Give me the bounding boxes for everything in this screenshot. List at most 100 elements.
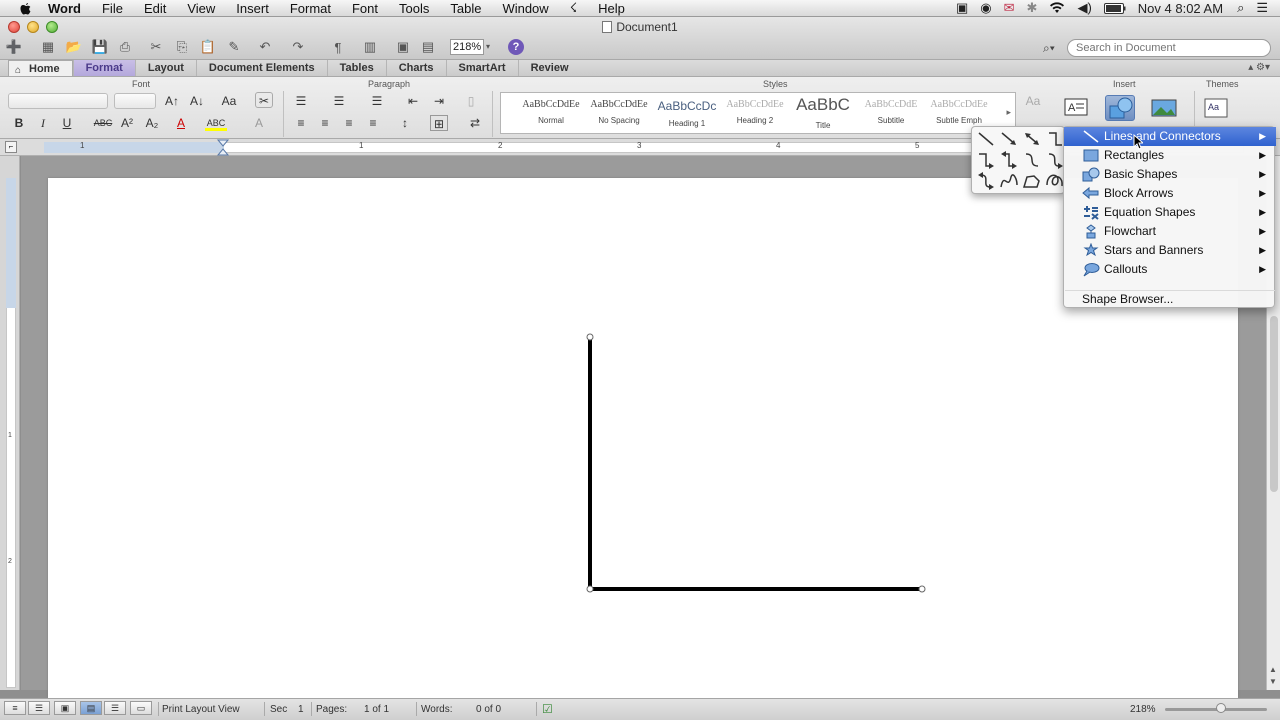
italic-icon[interactable]: I [34, 115, 52, 131]
scrollbar-thumb[interactable] [1270, 316, 1278, 492]
menu-window[interactable]: Window [502, 1, 548, 16]
search-input[interactable] [1067, 39, 1271, 57]
menu-item-rectangles[interactable]: Rectangles ▶ [1064, 146, 1276, 165]
clear-formatting-icon[interactable]: ✂ [255, 92, 273, 108]
text-effects-icon[interactable]: A [250, 115, 268, 131]
menu-item-stars-and-banners[interactable]: Stars and Banners ▶ [1064, 241, 1276, 260]
zoom-dropdown-icon[interactable]: ▾ [486, 39, 496, 55]
ribbon-collapse-icon[interactable]: ▴ ⚙▾ [1248, 62, 1270, 73]
paste-icon[interactable]: 📋 [198, 39, 218, 55]
mail-icon[interactable]: ✉ [1004, 0, 1015, 16]
freeform-icon[interactable] [1021, 171, 1043, 191]
elbow-connector-shape[interactable] [588, 337, 922, 591]
connector-corner-handle[interactable] [586, 585, 594, 593]
justify-icon[interactable]: ≡ [364, 115, 382, 131]
zoom-field[interactable]: 218% [450, 39, 484, 55]
font-size-select[interactable] [114, 93, 156, 109]
sidebar-icon[interactable]: ▥ [360, 39, 380, 55]
cut-icon[interactable]: ✂ [146, 39, 166, 55]
style-no-spacing[interactable]: AaBbCcDdEe No Spacing [585, 93, 653, 133]
menu-file[interactable]: File [102, 1, 123, 16]
highlight-icon[interactable]: ABC [205, 115, 227, 131]
increase-indent-icon[interactable]: ⇥ [430, 93, 448, 109]
menu-item-equation-shapes[interactable]: Equation Shapes ▶ [1064, 203, 1276, 222]
new-document-icon[interactable]: ➕ [4, 39, 24, 55]
menu-item-shape-browser[interactable]: Shape Browser... [1082, 290, 1173, 309]
menu-item-basic-shapes[interactable]: Basic Shapes ▶ [1064, 165, 1276, 184]
numbering-icon[interactable]: ☰ [330, 93, 348, 109]
help-icon[interactable]: ? [508, 39, 524, 55]
menu-help[interactable]: Help [598, 1, 625, 16]
tab-layout[interactable]: Layout [134, 60, 196, 76]
indent-marker-icon[interactable] [217, 139, 229, 156]
strikethrough-icon[interactable]: ABC [92, 115, 114, 131]
undo-icon[interactable]: ↶ [255, 39, 275, 55]
change-case-icon[interactable]: Aa [220, 93, 238, 109]
multilevel-list-icon[interactable]: ☰ [368, 93, 386, 109]
arrow-icon[interactable] [998, 129, 1020, 149]
curved-connector-icon[interactable] [1021, 150, 1043, 170]
grow-font-icon[interactable]: A↑ [163, 93, 181, 109]
themes-icon[interactable]: Aa [1203, 95, 1233, 121]
redo-icon[interactable]: ↷ [288, 39, 308, 55]
spelling-check-icon[interactable]: ☑ [542, 702, 553, 716]
underline-icon[interactable]: U [58, 115, 76, 131]
menu-tools[interactable]: Tools [399, 1, 429, 16]
notebook-view-icon[interactable]: ☰ [104, 701, 126, 715]
tab-document-elements[interactable]: Document Elements [195, 60, 327, 76]
menu-item-block-arrows[interactable]: Block Arrows ▶ [1064, 184, 1276, 203]
bluetooth-icon[interactable]: ✱ [1027, 0, 1038, 16]
elbow-double-arrow-connector-icon[interactable] [998, 150, 1020, 170]
tab-selector-icon[interactable]: ⌐ [5, 141, 17, 153]
tab-review[interactable]: Review [517, 60, 581, 76]
draft-view-icon[interactable]: ≡ [4, 701, 26, 715]
tab-tables[interactable]: Tables [326, 60, 386, 76]
shapes-icon[interactable] [1105, 95, 1135, 121]
scroll-up-icon[interactable]: ▲ [1269, 665, 1277, 674]
outline-view-icon[interactable]: ☰ [28, 701, 50, 715]
text-direction-icon[interactable]: ⇄ [466, 115, 484, 131]
elbow-arrow-connector-icon[interactable] [975, 150, 997, 170]
menu-clock[interactable]: Nov 4 8:02 AM [1138, 1, 1223, 16]
style-normal[interactable]: AaBbCcDdEe Normal [517, 93, 585, 133]
script-menu-icon[interactable]: ☇ [570, 0, 577, 16]
menu-insert[interactable]: Insert [236, 1, 269, 16]
print-layout-view-icon[interactable]: ▤ [80, 701, 102, 715]
line-spacing-icon[interactable]: ↕ [396, 115, 414, 131]
double-arrow-icon[interactable] [1021, 129, 1043, 149]
show-paragraph-icon[interactable]: ¶ [328, 39, 348, 55]
style-title[interactable]: AaBbC Title [789, 93, 857, 133]
search-icon[interactable]: ⌕▾ [1043, 39, 1065, 57]
wifi-icon[interactable] [1049, 2, 1065, 14]
menu-view[interactable]: View [187, 1, 215, 16]
font-name-select[interactable] [8, 93, 108, 109]
menu-item-flowchart[interactable]: Flowchart ▶ [1064, 222, 1276, 241]
picture-icon[interactable] [1150, 95, 1180, 121]
style-subtitle[interactable]: AaBbCcDdE Subtitle [857, 93, 925, 133]
subscript-icon[interactable]: A₂ [143, 115, 161, 131]
align-left-icon[interactable]: ≡ [292, 115, 310, 131]
format-painter-icon[interactable]: ✎ [224, 39, 244, 55]
tab-format[interactable]: Format [72, 60, 135, 76]
tab-smartart[interactable]: SmartArt [445, 60, 518, 76]
borders-icon[interactable]: ⊞ [430, 115, 448, 131]
curved-double-arrow-connector-icon[interactable] [975, 171, 997, 191]
record-icon[interactable]: ◉ [980, 0, 991, 16]
align-right-icon[interactable]: ≡ [340, 115, 358, 131]
text-box-icon[interactable]: A [1063, 95, 1093, 121]
decrease-indent-icon[interactable]: ⇤ [404, 93, 422, 109]
tab-charts[interactable]: Charts [385, 60, 446, 76]
gallery-icon[interactable]: ▦ [38, 39, 58, 55]
menu-table[interactable]: Table [450, 1, 481, 16]
document-page[interactable] [48, 178, 1238, 698]
apple-menu-icon[interactable] [16, 1, 34, 16]
copy-icon[interactable]: ⎘ [172, 39, 192, 55]
menu-format[interactable]: Format [290, 1, 331, 16]
style-heading-2[interactable]: AaBbCcDdEe Heading 2 [721, 93, 789, 133]
manage-styles-icon[interactable]: Aa [1024, 93, 1042, 109]
curve-icon[interactable] [998, 171, 1020, 191]
connector-start-handle[interactable] [586, 333, 594, 341]
toolbox-icon[interactable]: ▣ [393, 39, 413, 55]
open-icon[interactable]: 📂 [64, 39, 84, 55]
superscript-icon[interactable]: A² [118, 115, 136, 131]
